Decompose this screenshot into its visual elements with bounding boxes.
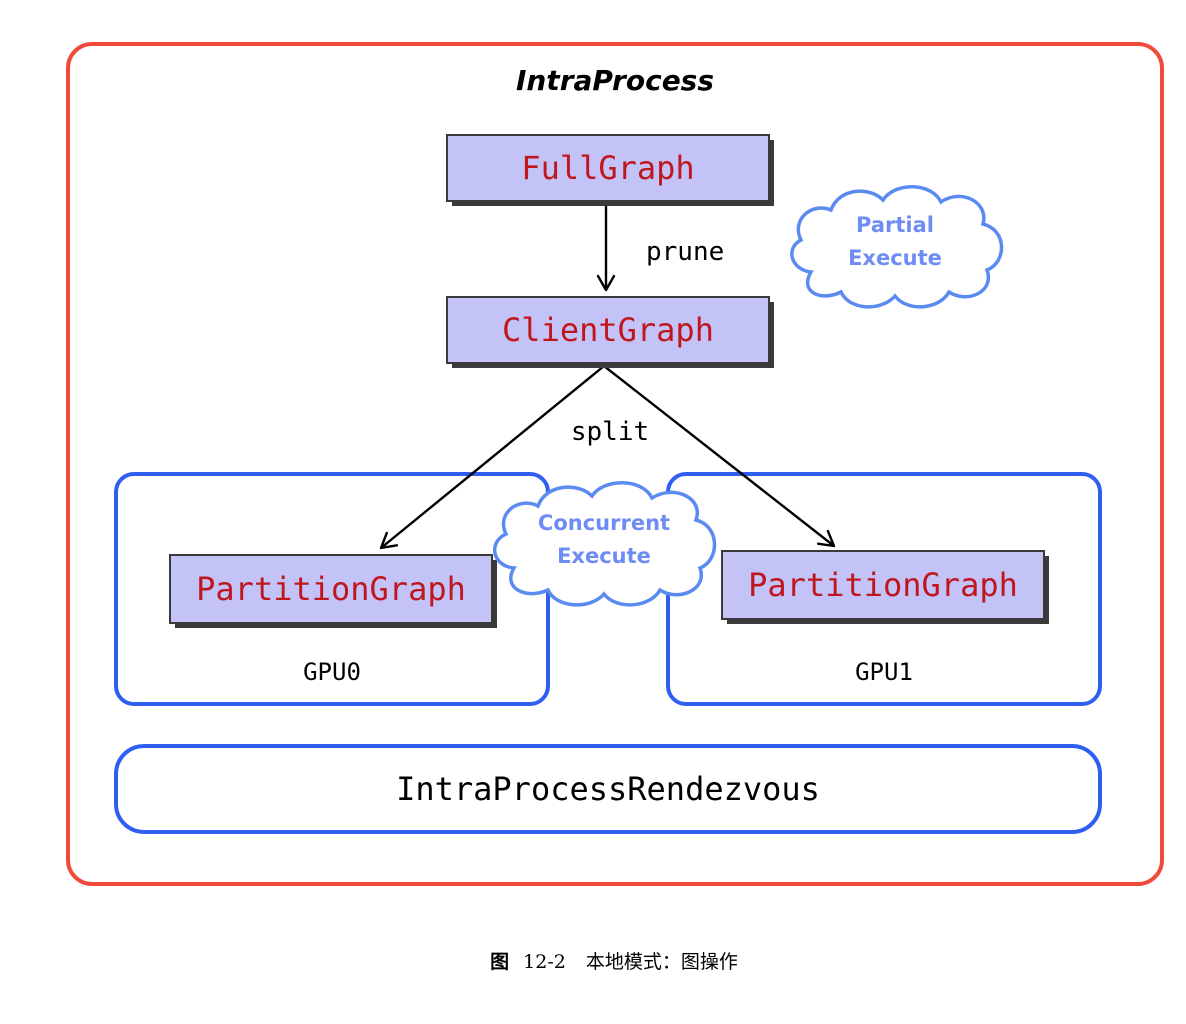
rendezvous-label: IntraProcessRendezvous bbox=[396, 770, 820, 808]
figure-caption: 图 12-2 本地模式：图操作 bbox=[490, 951, 738, 973]
caption-text: 本地模式：图操作 bbox=[586, 951, 738, 973]
diagram-svg: IntraProcess IntraProcessRendezvous prun… bbox=[66, 42, 1164, 973]
prune-label: prune bbox=[646, 237, 724, 267]
gpu0-label: GPU0 bbox=[303, 658, 361, 686]
partition-right-label: PartitionGraph bbox=[748, 566, 1018, 604]
diagram-canvas: IntraProcess IntraProcessRendezvous prun… bbox=[0, 0, 1186, 1024]
diagram-title: IntraProcess bbox=[516, 64, 714, 97]
concurrent-execute-line1: Concurrent bbox=[538, 511, 670, 535]
gpu1-label: GPU1 bbox=[855, 658, 913, 686]
partial-execute-line2: Execute bbox=[848, 246, 942, 270]
partition-left-label: PartitionGraph bbox=[196, 570, 466, 608]
caption-prefix: 图 bbox=[490, 951, 509, 973]
fullgraph-label: FullGraph bbox=[521, 149, 694, 187]
split-label: split bbox=[571, 417, 649, 447]
concurrent-execute-line2: Execute bbox=[557, 544, 651, 568]
clientgraph-label: ClientGraph bbox=[502, 311, 714, 349]
caption-number: 12-2 bbox=[523, 951, 566, 973]
partial-execute-line1: Partial bbox=[856, 213, 934, 237]
